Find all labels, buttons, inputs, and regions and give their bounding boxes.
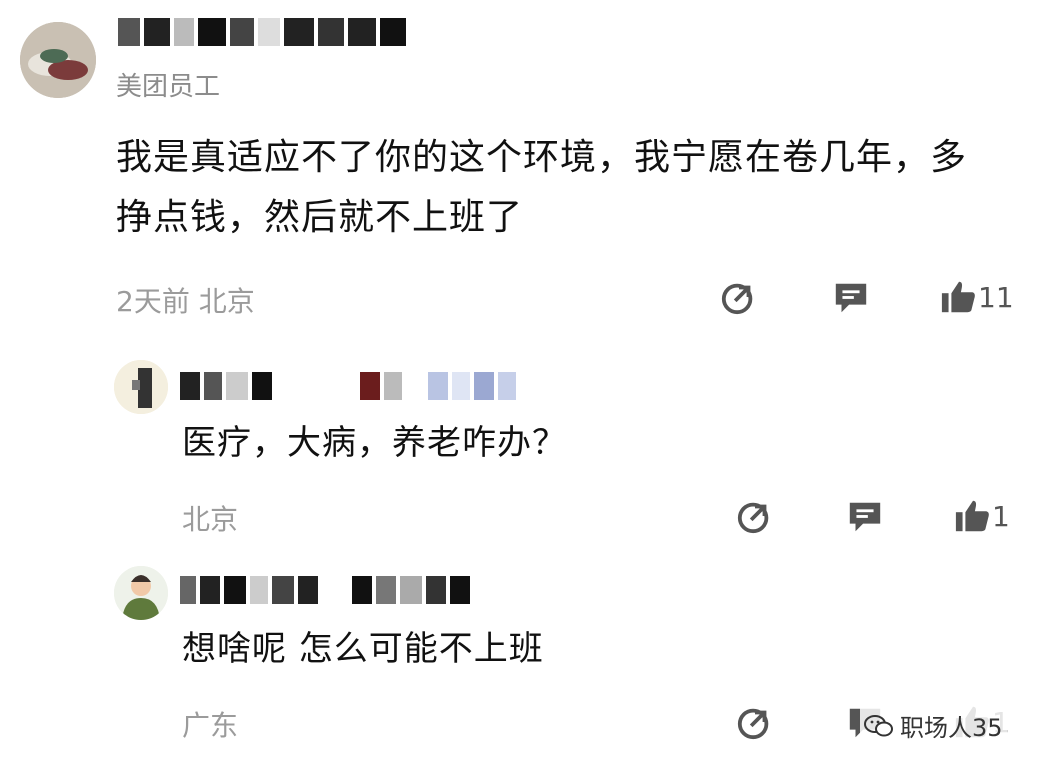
reply-meta: 北京 — [182, 503, 239, 536]
avatar[interactable] — [20, 22, 96, 98]
share-button[interactable] — [736, 703, 774, 741]
reply-avatar[interactable] — [114, 566, 168, 620]
reply-username-blurred[interactable] — [180, 372, 516, 400]
comment-text: 我是真适应不了你的这个环境，我宁愿在卷几年，多挣点钱，然后就不上班了 — [116, 137, 968, 238]
like-button[interactable]: 1 — [954, 497, 1010, 535]
avatar-image — [114, 360, 168, 414]
thumbs-up-icon — [955, 500, 989, 532]
share-button[interactable] — [736, 497, 774, 535]
wechat-icon — [864, 714, 893, 736]
user-badge: 美团员工 — [116, 72, 221, 102]
reply-meta: 广东 — [182, 709, 239, 742]
like-button[interactable]: 11 — [940, 278, 1014, 316]
like-count: 11 — [978, 280, 1014, 314]
avatar-image — [114, 566, 168, 620]
reply-button[interactable] — [832, 278, 870, 316]
avatar-image — [20, 22, 96, 98]
reply-avatar[interactable] — [114, 360, 168, 414]
thumbs-up-icon — [941, 281, 975, 313]
reply-text: 想啥呢 怎么可能不上班 — [182, 629, 544, 669]
share-icon — [737, 708, 769, 740]
comment-icon — [849, 502, 881, 532]
watermark: 职场人35 — [860, 706, 1007, 745]
username-blurred[interactable] — [118, 18, 406, 46]
share-icon — [737, 502, 769, 534]
reply-button[interactable] — [846, 497, 884, 535]
reply-text: 医疗，大病，养老咋办？ — [182, 423, 567, 463]
share-button[interactable] — [720, 278, 758, 316]
watermark-text: 职场人35 — [900, 714, 1003, 742]
comment-icon — [835, 283, 867, 313]
comment-meta: 2天前 北京 — [116, 285, 255, 318]
share-icon — [721, 283, 753, 315]
like-count: 1 — [992, 499, 1010, 533]
reply-username-blurred[interactable] — [180, 576, 470, 604]
